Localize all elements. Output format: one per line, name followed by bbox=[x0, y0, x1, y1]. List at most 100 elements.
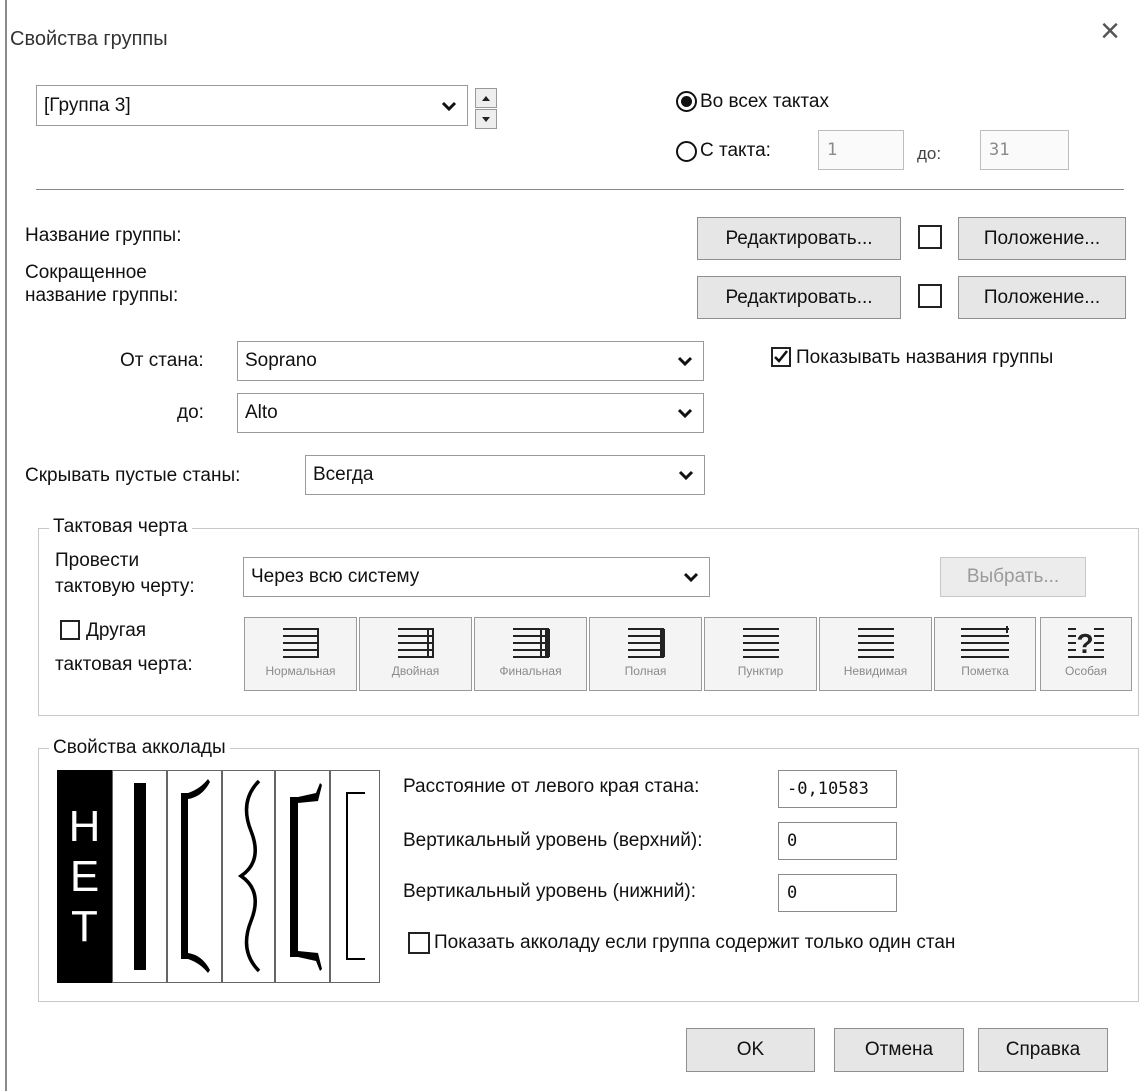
arrow-up-icon bbox=[482, 95, 490, 101]
from-staff-select[interactable]: Soprano bbox=[237, 341, 704, 381]
bracket-none-letter-3: Т bbox=[71, 901, 98, 951]
barline-tick-label: Пометка bbox=[961, 664, 1009, 678]
other-barline-label-line2: тактовая черта: bbox=[55, 654, 193, 675]
from-measure-input[interactable]: 1 bbox=[818, 130, 904, 170]
ok-button[interactable]: OK bbox=[686, 1028, 815, 1072]
window-left-edge bbox=[5, 0, 7, 1091]
name-position-checkbox[interactable] bbox=[918, 225, 942, 249]
group-spin-up[interactable] bbox=[475, 88, 497, 108]
barline-normal-icon bbox=[282, 628, 319, 658]
show-group-names-label: Показывать названия группы bbox=[796, 347, 1054, 368]
group-name-label: Название группы: bbox=[25, 225, 182, 246]
cancel-button[interactable]: Отмена bbox=[834, 1028, 964, 1072]
help-button[interactable]: Справка bbox=[978, 1028, 1108, 1072]
draw-barline-label-line1: Провести bbox=[55, 550, 140, 571]
single-staff-bracket-checkbox[interactable] bbox=[408, 932, 430, 954]
show-group-names-checkbox[interactable] bbox=[771, 347, 791, 367]
other-barline-checkbox[interactable] bbox=[60, 620, 80, 640]
barline-final-tile[interactable]: Финальная bbox=[474, 617, 587, 691]
barline-invisible-tile[interactable]: Невидимая bbox=[819, 617, 932, 691]
close-icon: × bbox=[1100, 12, 1120, 50]
to-staff-select[interactable]: Alto bbox=[237, 393, 704, 433]
abbr-position-button[interactable]: Положение... bbox=[958, 276, 1126, 319]
to-staff-label: до: bbox=[177, 402, 204, 423]
choose-barline-button[interactable]: Выбрать... bbox=[940, 557, 1086, 597]
barline-tick-tile[interactable]: Пометка bbox=[934, 617, 1036, 691]
bracket-none-tile[interactable]: Н Е Т bbox=[57, 770, 112, 983]
draw-barline-select[interactable]: Через всю систему bbox=[243, 557, 710, 597]
barline-double-icon bbox=[397, 628, 434, 658]
top-level-label: Вертикальный уровень (верхний): bbox=[403, 830, 703, 851]
bottom-level-input[interactable]: 0 bbox=[778, 874, 897, 912]
bracket-piano-icon bbox=[290, 783, 322, 971]
hide-empty-label: Скрывать пустые станы: bbox=[25, 465, 241, 486]
radio-all-measures[interactable] bbox=[676, 91, 697, 112]
bracket-plain-tile[interactable] bbox=[112, 770, 167, 983]
radio-from-measure-label: С такта: bbox=[700, 140, 771, 161]
chevron-down-icon bbox=[683, 572, 699, 583]
to-measure-label: до: bbox=[917, 144, 942, 163]
bracket-none-letter-1: Н bbox=[68, 801, 101, 851]
bracket-plain-icon bbox=[134, 783, 146, 970]
bracket-chorus-icon bbox=[181, 779, 210, 973]
bracket-brace-tile[interactable] bbox=[222, 770, 275, 983]
to-staff-value: Alto bbox=[245, 402, 278, 423]
barline-full-tile[interactable]: Полная bbox=[589, 617, 702, 691]
separator bbox=[36, 189, 1124, 190]
bracket-chorus-tile[interactable] bbox=[167, 770, 222, 983]
group-select-value: [Группа 3] bbox=[44, 94, 131, 116]
barline-dashed-tile[interactable]: Пунктир bbox=[704, 617, 817, 691]
abbr-position-checkbox[interactable] bbox=[918, 284, 942, 308]
barline-custom-icon: ? bbox=[1068, 626, 1104, 658]
barline-custom-tile[interactable]: ? Особая bbox=[1040, 617, 1132, 691]
bracket-piano-tile[interactable] bbox=[275, 770, 330, 983]
single-staff-bracket-label: Показать акколаду если группа содержит т… bbox=[434, 932, 956, 953]
hide-empty-select[interactable]: Всегда bbox=[305, 455, 705, 495]
distance-label: Расстояние от левого края стана: bbox=[403, 776, 700, 797]
to-measure-input[interactable]: 31 bbox=[980, 130, 1069, 170]
chevron-down-icon bbox=[678, 470, 694, 481]
close-button[interactable]: × bbox=[1090, 14, 1130, 54]
barline-final-label: Финальная bbox=[499, 664, 562, 678]
chevron-down-icon bbox=[677, 356, 693, 367]
arrow-down-icon bbox=[482, 116, 490, 122]
group-select[interactable]: [Группа 3] bbox=[36, 85, 468, 126]
from-staff-label: От стана: bbox=[120, 350, 204, 371]
chevron-down-icon bbox=[441, 101, 457, 111]
bracket-none-letter-2: Е bbox=[69, 851, 100, 901]
bracket-square-tile[interactable] bbox=[330, 770, 380, 983]
barline-double-tile[interactable]: Двойная bbox=[359, 617, 472, 691]
distance-input[interactable]: -0,10583 bbox=[778, 770, 897, 808]
hide-empty-value: Всегда bbox=[313, 464, 374, 485]
bracket-brace-icon bbox=[237, 779, 261, 973]
draw-barline-label-line2: тактовую черту: bbox=[55, 576, 195, 597]
barline-normal-tile[interactable]: Нормальная bbox=[244, 617, 357, 691]
bracket-square-icon bbox=[346, 792, 365, 960]
barline-invisible-label: Невидимая bbox=[843, 664, 908, 678]
radio-all-measures-label: Во всех тактах bbox=[700, 91, 829, 112]
barline-custom-label: Особая bbox=[1065, 664, 1107, 678]
barline-dashed-label: Пунктир bbox=[737, 664, 784, 678]
top-level-input[interactable]: 0 bbox=[778, 822, 897, 860]
barline-normal-label: Нормальная bbox=[265, 664, 336, 678]
radio-from-measure[interactable] bbox=[676, 141, 697, 162]
svg-text:?: ? bbox=[1076, 628, 1093, 658]
group-spin-down[interactable] bbox=[475, 109, 497, 129]
bottom-level-label: Вертикальный уровень (нижний): bbox=[403, 881, 697, 902]
name-position-button[interactable]: Положение... bbox=[958, 217, 1126, 260]
abbr-name-label-line2: название группы: bbox=[25, 285, 179, 306]
draw-barline-value: Через всю систему bbox=[251, 566, 420, 587]
barline-final-icon bbox=[512, 628, 550, 658]
edit-name-button[interactable]: Редактировать... bbox=[697, 217, 901, 260]
edit-abbr-name-button[interactable]: Редактировать... bbox=[697, 276, 901, 319]
barline-double-label: Двойная bbox=[391, 664, 440, 678]
bracket-legend: Свойства акколады bbox=[49, 737, 230, 759]
dialog-title: Свойства группы bbox=[10, 28, 168, 50]
barline-tick-icon bbox=[961, 626, 1009, 658]
other-barline-label-line1: Другая bbox=[86, 620, 147, 641]
barline-full-label: Полная bbox=[624, 664, 667, 678]
from-staff-value: Soprano bbox=[245, 350, 317, 371]
chevron-down-icon bbox=[677, 408, 693, 419]
abbr-name-label-line1: Сокращенное bbox=[25, 262, 147, 283]
barline-invisible-icon bbox=[857, 628, 894, 658]
